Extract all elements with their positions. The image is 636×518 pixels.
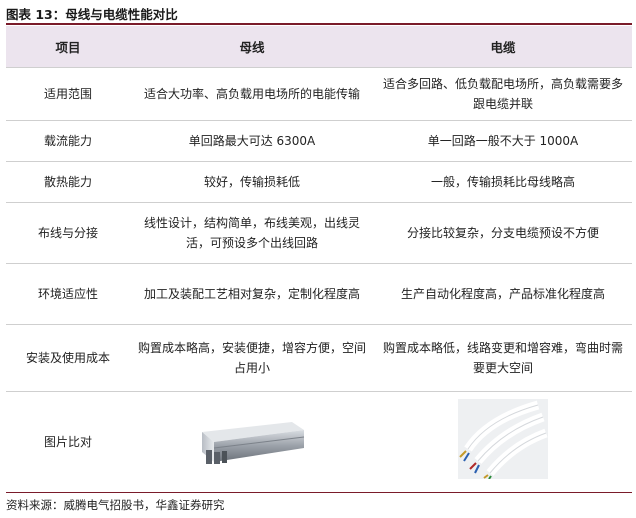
cable-photo [458,399,548,485]
table-row: 安装及使用成本 购置成本略高，安装便捷，增容方便，空间占用小 购置成本略低，线路… [6,324,632,392]
busbar-cell: 加工及装配工艺相对复杂，定制化程度高 [130,263,374,325]
row-label: 图片比对 [6,391,130,492]
row-label: 散热能力 [6,161,130,203]
cable-cell: 分接比较复杂，分支电缆预设不方便 [374,202,632,264]
cable-cell: 单一回路一般不大于 1000A [374,120,632,162]
busbar-cell: 线性设计，结构简单，布线美观，出线灵活，可预设多个出线回路 [130,202,374,264]
cable-cell: 一般，传输损耗比母线略高 [374,161,632,203]
image-row: 图片比对 [6,391,632,492]
row-label: 安装及使用成本 [6,324,130,392]
table-row: 布线与分接 线性设计，结构简单，布线美观，出线灵活，可预设多个出线回路 分接比较… [6,202,632,264]
bottom-rule [6,492,632,493]
cable-cell: 购置成本略低，线路变更和增容难，弯曲时需要更大空间 [374,324,632,392]
cable-cell: 生产自动化程度高，产品标准化程度高 [374,263,632,325]
cable-image-cell [374,391,632,492]
table-header-row: 项目 母线 电缆 [6,26,632,68]
busbar-cell: 较好，传输损耗低 [130,161,374,203]
header-busbar: 母线 [130,26,374,68]
busbar-cell: 单回路最大可达 6300A [130,120,374,162]
row-label: 布线与分接 [6,202,130,264]
header-item: 项目 [6,26,130,68]
row-label: 环境适应性 [6,263,130,325]
busbar-cell: 适合大功率、高负载用电场所的电能传输 [130,67,374,121]
table-row: 散热能力 较好，传输损耗低 一般，传输损耗比母线略高 [6,161,632,203]
busbar-photo [192,404,312,480]
table-row: 环境适应性 加工及装配工艺相对复杂，定制化程度高 生产自动化程度高，产品标准化程… [6,263,632,325]
figure-title: 图表 13：母线与电缆性能对比 [6,7,178,22]
source-note: 资料来源：威腾电气招股书，华鑫证券研究 [6,498,225,512]
comparison-table: 项目 母线 电缆 适用范围 适合大功率、高负载用电场所的电能传输 适合多回路、低… [6,26,632,492]
top-rule [6,23,632,25]
busbar-image-cell [130,391,374,492]
table-row: 载流能力 单回路最大可达 6300A 单一回路一般不大于 1000A [6,120,632,162]
row-label: 适用范围 [6,67,130,121]
header-cable: 电缆 [374,26,632,68]
table-row: 适用范围 适合大功率、高负载用电场所的电能传输 适合多回路、低负载配电场所，高负… [6,67,632,121]
row-label: 载流能力 [6,120,130,162]
busbar-cell: 购置成本略高，安装便捷，增容方便，空间占用小 [130,324,374,392]
cable-cell: 适合多回路、低负载配电场所，高负载需要多跟电缆并联 [374,67,632,121]
